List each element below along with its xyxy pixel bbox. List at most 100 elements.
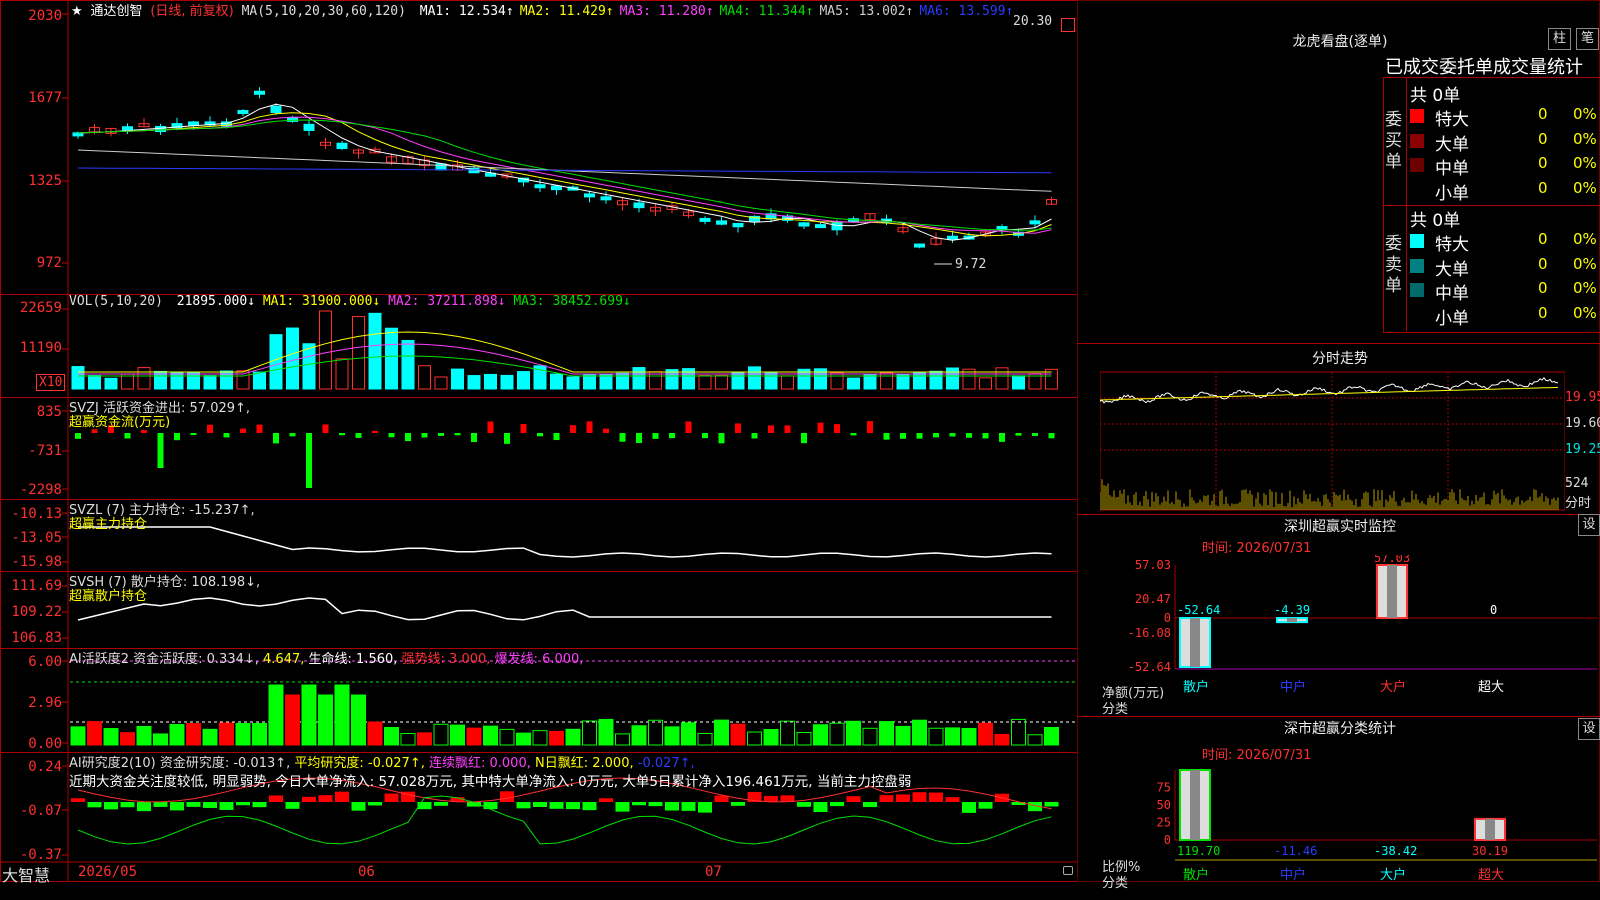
research-bar <box>384 793 399 802</box>
candle-body <box>831 222 843 231</box>
bar-view-button[interactable]: 柱 <box>1548 28 1571 50</box>
research-bar <box>483 802 498 810</box>
ma-line-2 <box>77 112 1052 237</box>
svzj-bar <box>784 425 791 433</box>
research-bar <box>1044 802 1059 807</box>
intraday-chart[interactable] <box>1100 370 1565 512</box>
activity-bar <box>565 728 581 746</box>
research-bar <box>351 802 366 811</box>
sell-pct: 0% <box>1573 303 1597 322</box>
volume-bar <box>88 375 101 390</box>
activity-bar <box>697 732 713 746</box>
volume-bar <box>104 377 118 390</box>
monitor-value-label: 57.03 <box>1374 555 1410 565</box>
volume-bar <box>302 343 316 390</box>
svsh-axis-bot: 106.83 <box>11 630 62 646</box>
count-view-button[interactable]: 笔 <box>1576 28 1599 50</box>
activity-bar <box>235 722 251 746</box>
vol-value: 21895.000↓ <box>176 294 256 309</box>
svzj-bar <box>850 433 857 436</box>
research-bar <box>566 802 580 810</box>
svzj-bar <box>174 433 180 441</box>
candle-body <box>254 90 265 95</box>
activity-bar <box>631 725 647 746</box>
stats-axis-label: 50 <box>1157 798 1171 812</box>
research-bar <box>632 802 646 806</box>
monitor-axis-label: 57.03 <box>1135 558 1171 572</box>
research-bar <box>186 802 201 807</box>
buy-label: 小单 <box>1435 183 1469 204</box>
activity-bar <box>664 726 680 746</box>
vol-unit[interactable]: X10 <box>36 374 66 391</box>
stats-category-label: 超大 <box>1478 868 1504 883</box>
svzj-bar <box>801 433 807 444</box>
svzj-bar <box>817 422 824 433</box>
activity-bar <box>1011 718 1026 746</box>
stats-category-label: 中户 <box>1280 867 1306 883</box>
svzj-bar <box>570 425 576 433</box>
volume-bar <box>583 373 596 390</box>
volume-bar <box>500 374 514 390</box>
ai2-axis-mid: 2.96 <box>28 695 62 711</box>
stats-xlabel: 分类 <box>1102 876 1129 891</box>
ai2-axis-bot: 0.00 <box>28 736 62 752</box>
svzj-bar <box>768 425 774 433</box>
research-bar <box>681 802 696 811</box>
research-bar <box>846 796 861 802</box>
research-bar <box>153 802 168 807</box>
volume-bar <box>698 374 712 390</box>
research-bar <box>368 802 382 806</box>
research-bar <box>978 802 993 809</box>
stats-value-label: 119.70 <box>1177 844 1220 858</box>
stats-value-label: 30.19 <box>1472 844 1508 858</box>
candle-body <box>155 125 166 133</box>
svzj-bar <box>982 433 989 439</box>
lock-icon[interactable] <box>1063 866 1073 875</box>
stats-bar-shade <box>1485 818 1495 840</box>
volume-bar <box>764 371 778 390</box>
activity-bar <box>714 719 729 746</box>
volume-header: VOL(5,10,20) 21895.000↓ MA1: 31900.000↓ … <box>69 294 631 309</box>
monitor-category-label: 大户 <box>1380 679 1406 695</box>
svzj-bar <box>355 433 362 438</box>
research-bar <box>335 791 349 802</box>
svsh-axis-mid: 109.22 <box>11 604 62 620</box>
research-bar <box>104 802 118 810</box>
research-bar <box>434 802 448 806</box>
activity-bar <box>945 727 960 746</box>
ai-research-header: AI研究度2(10) 资金研究度: -0.013↑, 平均研究度: -0.027… <box>69 752 695 771</box>
monitor-settings-button[interactable]: 设 <box>1578 514 1600 536</box>
brand-logo[interactable]: 大智慧 <box>2 862 50 886</box>
activity-bar <box>846 720 861 746</box>
stats-frame-top <box>1077 716 1600 717</box>
svzj-bar <box>916 433 923 439</box>
ai2-label: AI活跃度2 资金活跃度: 0.334↓, <box>69 652 259 667</box>
volume-bar <box>781 375 794 390</box>
svzj-bar <box>454 433 461 436</box>
candle-body <box>336 142 348 150</box>
svzj-axis-top: 835 <box>36 404 62 420</box>
candle-body <box>716 220 727 225</box>
research-bar <box>615 802 630 812</box>
buy-n: 0 <box>1538 178 1548 197</box>
stats-settings-button[interactable]: 设 <box>1578 718 1600 740</box>
volume-bar <box>451 368 464 390</box>
candle-body <box>914 243 925 248</box>
activity-bar <box>268 684 284 746</box>
activity-bar <box>648 719 663 746</box>
stats-bar-chart[interactable]: 75 50 25 0 119.70 散户 -11.46 中户 -38.42 大户 30.19 超大 <box>1077 760 1600 900</box>
research-bar <box>533 802 547 807</box>
activity-bar <box>1044 726 1059 746</box>
activity-bar <box>285 694 300 746</box>
research-bar <box>203 802 217 808</box>
volume-bar <box>566 376 580 390</box>
svzj-bar <box>223 433 230 438</box>
candle-body <box>947 235 958 240</box>
monitor-title: 深圳超赢实时监控 <box>1284 519 1396 535</box>
dragon-tiger-title: 龙虎看盘(逐单) <box>1292 34 1388 50</box>
activity-bar <box>384 726 399 746</box>
buy-side-label: 委买单 <box>1385 110 1402 172</box>
research-bar <box>863 802 877 808</box>
svsh-axis-top: 111.69 <box>11 578 62 594</box>
monitor-category-label: 中户 <box>1280 679 1306 695</box>
